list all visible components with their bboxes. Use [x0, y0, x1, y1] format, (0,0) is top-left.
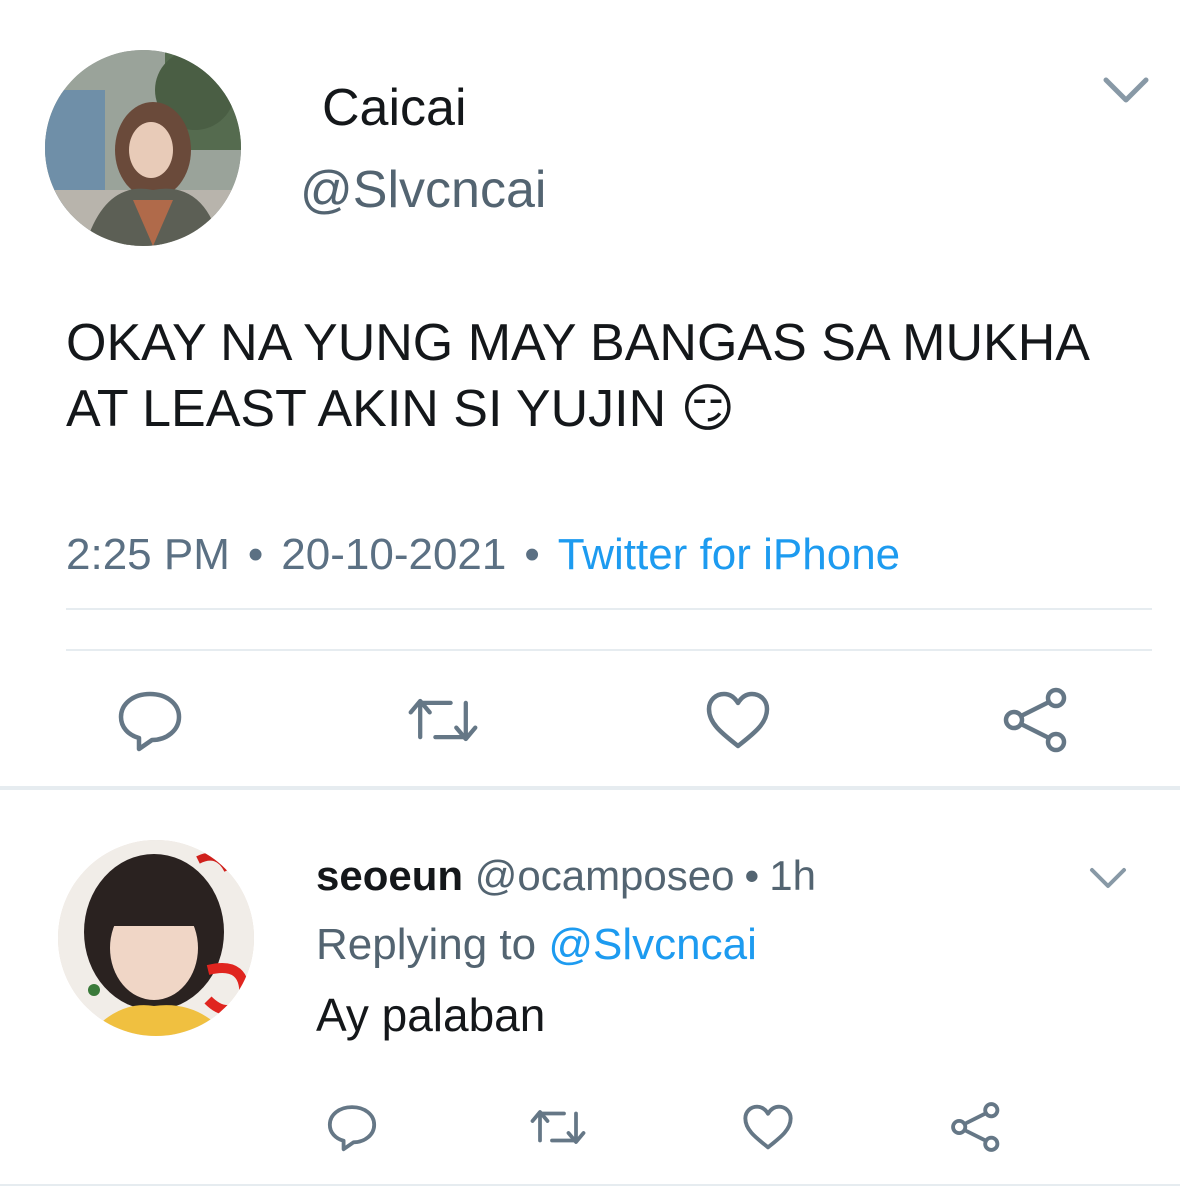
reply-button[interactable]	[112, 684, 188, 756]
replying-to-line: Replying to @Slvcncai	[316, 920, 757, 970]
chevron-down-icon[interactable]	[1088, 864, 1128, 892]
meta-separator: •	[744, 852, 760, 899]
reply-time[interactable]: 1h	[769, 852, 816, 899]
replying-prefix: Replying to	[316, 920, 537, 969]
meta-separator: •	[524, 530, 540, 579]
reply-icon	[118, 691, 182, 752]
reply-icon	[327, 1105, 377, 1152]
retweet-icon	[408, 698, 478, 742]
reply-display-name[interactable]: seoeun	[316, 852, 463, 899]
heart-icon	[706, 691, 770, 749]
like-button[interactable]	[700, 684, 776, 756]
reply-button[interactable]	[322, 1100, 382, 1154]
divider	[66, 649, 1152, 651]
author-avatar[interactable]	[45, 50, 241, 246]
retweet-icon	[530, 1110, 586, 1144]
meta-separator: •	[247, 530, 264, 579]
divider	[0, 1184, 1180, 1186]
reply-text: Ay palaban	[316, 989, 546, 1041]
reply-author-avatar[interactable]	[58, 840, 254, 1036]
share-button[interactable]	[946, 1100, 1006, 1154]
heart-icon	[743, 1104, 793, 1150]
avatar-photo	[45, 50, 241, 246]
like-button[interactable]	[738, 1100, 798, 1154]
tweet-date[interactable]: 20-10-2021	[281, 530, 506, 579]
retweet-button[interactable]	[405, 684, 481, 756]
tweet-source-link[interactable]: Twitter for iPhone	[558, 530, 900, 579]
tweet-text: OKAY NA YUNG MAY BANGAS SA MUKHA AT LEAS…	[66, 314, 1088, 438]
reply-header: seoeun @ocamposeo • 1h	[316, 852, 816, 900]
chevron-down-icon[interactable]	[1100, 70, 1152, 110]
author-display-name[interactable]: Caicai	[322, 78, 467, 138]
divider	[66, 608, 1152, 610]
retweet-button[interactable]	[528, 1100, 588, 1154]
share-button[interactable]	[998, 684, 1074, 756]
avatar-photo	[58, 840, 254, 1036]
share-icon	[951, 1102, 1000, 1152]
share-icon	[1003, 687, 1067, 753]
author-handle[interactable]: @Slvcncai	[300, 160, 546, 220]
replying-to-handle[interactable]: @Slvcncai	[548, 920, 757, 969]
tweet-time[interactable]: 2:25 PM	[66, 530, 230, 579]
reply-handle[interactable]: @ocamposeo	[475, 852, 735, 899]
tweet-meta: 2:25 PM • 20-10-2021 • Twitter for iPhone	[66, 530, 900, 580]
section-divider	[0, 786, 1180, 790]
